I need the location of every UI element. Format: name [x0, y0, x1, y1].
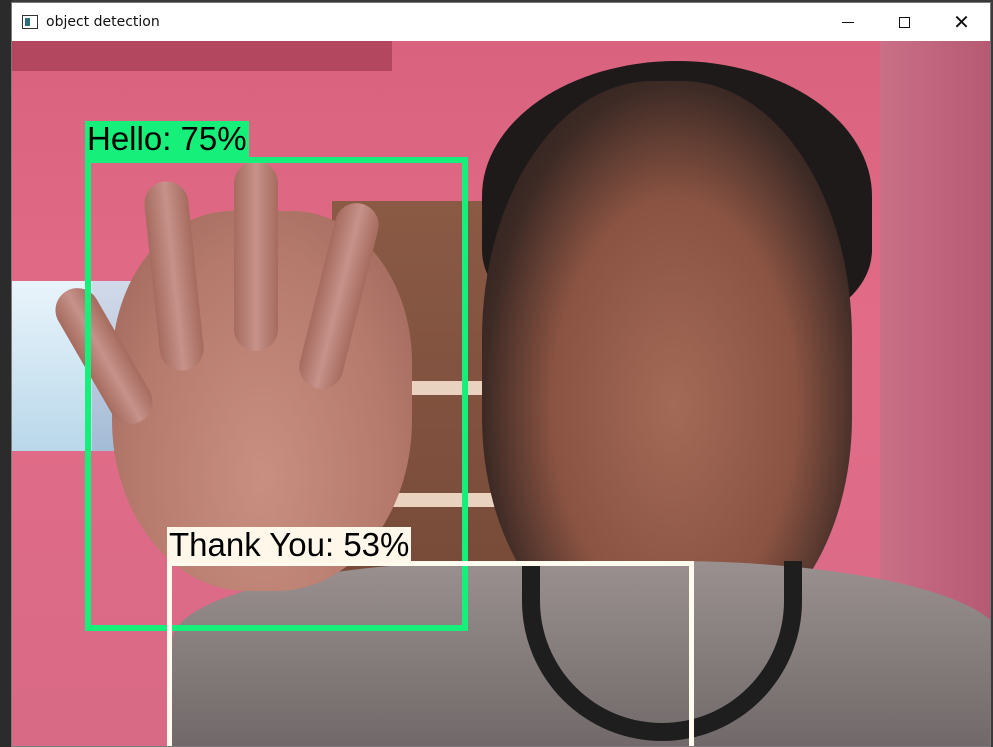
close-icon: ✕	[953, 10, 970, 34]
shelf	[12, 41, 392, 71]
detection-box-thank-you	[167, 561, 694, 746]
maximize-button[interactable]	[876, 3, 933, 41]
close-button[interactable]: ✕	[933, 3, 990, 41]
window-controls: ✕	[819, 3, 990, 41]
minimize-button[interactable]	[819, 3, 876, 41]
app-icon	[22, 15, 38, 29]
title-bar[interactable]: object detection ✕	[12, 3, 990, 41]
object-detection-window: object detection ✕ Hello: 75% Thank You:…	[11, 2, 991, 747]
detection-label-thank-you: Thank You: 53%	[167, 526, 412, 563]
minimize-icon	[841, 21, 854, 23]
maximize-icon	[899, 16, 910, 28]
detection-label-hello: Hello: 75%	[85, 120, 249, 157]
camera-feed: Hello: 75% Thank You: 53%	[12, 41, 990, 746]
window-title: object detection	[46, 14, 160, 30]
person-face	[482, 81, 852, 641]
